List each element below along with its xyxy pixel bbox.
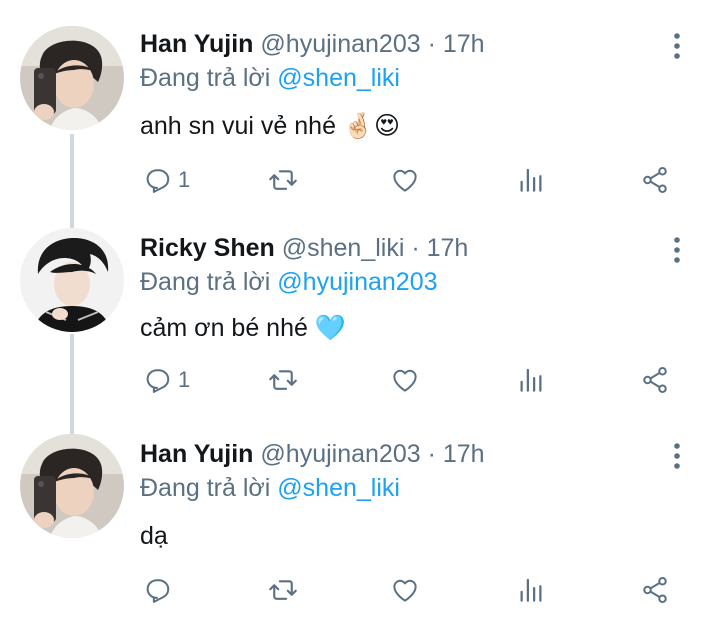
action-bar: 1 xyxy=(140,362,680,398)
retweet-icon xyxy=(268,165,298,195)
retweet-button[interactable] xyxy=(268,162,298,198)
mention-link[interactable]: @shen_liki xyxy=(277,64,400,92)
tweet[interactable]: Han Yujin @hyujinan203 · 17h Đang trả lờ… xyxy=(0,0,720,212)
like-button[interactable] xyxy=(390,572,420,608)
stats-icon xyxy=(516,365,546,395)
replying-to-label: Đang trả lời xyxy=(140,64,278,92)
analytics-button[interactable] xyxy=(516,162,546,198)
reply-button[interactable]: 1 xyxy=(142,162,190,198)
stats-icon xyxy=(516,165,546,195)
tweet-header: Han Yujin @hyujinan203 · 17h xyxy=(140,28,485,60)
like-icon xyxy=(390,365,420,395)
display-name[interactable]: Han Yujin xyxy=(140,440,253,468)
share-button[interactable] xyxy=(640,162,670,198)
replying-to: Đang trả lời @hyujinan203 xyxy=(140,266,438,298)
tweet-header: Ricky Shen @shen_liki · 17h xyxy=(140,232,468,264)
action-bar xyxy=(140,572,680,608)
timestamp[interactable]: 17h xyxy=(427,234,469,262)
avatar[interactable] xyxy=(20,434,124,538)
reply-icon xyxy=(142,575,172,605)
share-icon xyxy=(640,165,670,195)
tweet-header: Han Yujin @hyujinan203 · 17h xyxy=(140,438,485,470)
replying-to-label: Đang trả lời xyxy=(140,268,278,296)
action-bar: 1 xyxy=(140,162,680,198)
retweet-button[interactable] xyxy=(268,362,298,398)
tweet-text: dạ xyxy=(140,522,168,550)
timestamp[interactable]: 17h xyxy=(443,440,485,468)
display-name[interactable]: Ricky Shen xyxy=(140,234,275,262)
reply-count: 1 xyxy=(178,167,191,192)
like-button[interactable] xyxy=(390,362,420,398)
stats-icon xyxy=(516,575,546,605)
mention-link[interactable]: @shen_liki xyxy=(277,474,400,502)
more-icon[interactable] xyxy=(666,32,688,60)
retweet-icon xyxy=(268,575,298,605)
more-icon[interactable] xyxy=(666,236,688,264)
retweet-icon xyxy=(268,365,298,395)
replying-to-label: Đang trả lời xyxy=(140,474,278,502)
reply-icon xyxy=(142,165,172,195)
reply-count: 1 xyxy=(178,367,191,392)
share-icon xyxy=(640,575,670,605)
avatar[interactable] xyxy=(20,228,124,332)
display-name[interactable]: Han Yujin xyxy=(140,30,253,58)
reply-icon xyxy=(142,365,172,395)
tweet-text: anh sn vui vẻ nhé 🤞🏻😍 xyxy=(140,112,401,140)
mention-link[interactable]: @hyujinan203 xyxy=(277,268,437,296)
tweet[interactable]: Han Yujin @hyujinan203 · 17h Đang trả lờ… xyxy=(0,418,720,625)
replying-to: Đang trả lời @shen_liki xyxy=(140,62,400,94)
separator: · xyxy=(427,30,436,58)
separator: · xyxy=(427,440,436,468)
like-icon xyxy=(390,575,420,605)
share-icon xyxy=(640,365,670,395)
share-button[interactable] xyxy=(640,572,670,608)
share-button[interactable] xyxy=(640,362,670,398)
timestamp[interactable]: 17h xyxy=(443,30,485,58)
like-icon xyxy=(390,165,420,195)
separator: · xyxy=(411,234,420,262)
retweet-button[interactable] xyxy=(268,572,298,608)
analytics-button[interactable] xyxy=(516,572,546,608)
tweet[interactable]: Ricky Shen @shen_liki · 17h Đang trả lời… xyxy=(0,212,720,418)
analytics-button[interactable] xyxy=(516,362,546,398)
reply-button[interactable]: 1 xyxy=(142,362,190,398)
replying-to: Đang trả lời @shen_liki xyxy=(140,472,400,504)
like-button[interactable] xyxy=(390,162,420,198)
user-handle[interactable]: @shen_liki xyxy=(282,234,405,262)
reply-button[interactable] xyxy=(142,572,172,608)
avatar[interactable] xyxy=(20,26,124,130)
tweet-text: cảm ơn bé nhé 🩵 xyxy=(140,314,346,342)
more-icon[interactable] xyxy=(666,442,688,470)
user-handle[interactable]: @hyujinan203 xyxy=(260,440,420,468)
user-handle[interactable]: @hyujinan203 xyxy=(260,30,420,58)
